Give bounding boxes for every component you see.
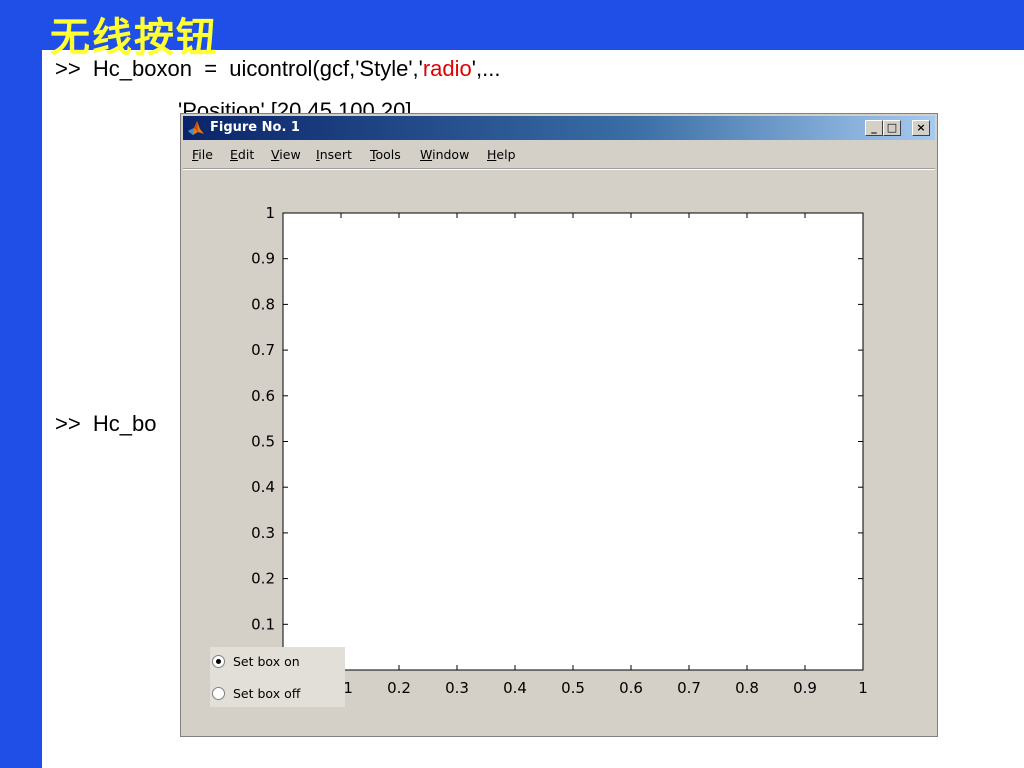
- slide-title: 无线按钮: [50, 15, 218, 61]
- radio-label-off: Set box off: [233, 686, 301, 701]
- x-tick-label: 0.2: [387, 679, 411, 697]
- x-tick-label: 0.9: [793, 679, 817, 697]
- y-tick-label: 0.3: [251, 524, 275, 542]
- y-tick-label: 0.2: [251, 570, 275, 588]
- x-tick-label: 1: [858, 679, 868, 697]
- y-tick-label: 0.7: [251, 341, 275, 359]
- radio-circle-icon: [212, 687, 225, 700]
- code-line-1-prefix: >> Hc_boxon = uicontrol(gcf,'Style',': [55, 56, 423, 81]
- y-tick-label: 0.5: [251, 433, 275, 451]
- radio-selected-dot-icon: [216, 659, 221, 664]
- code-line-1: >> Hc_boxon = uicontrol(gcf,'Style','rad…: [55, 56, 500, 82]
- y-tick-label: 1: [265, 204, 275, 222]
- figure-window: Figure No. 1 _ □ × File Edit View Insert…: [180, 113, 938, 737]
- y-tick-label: 0.4: [251, 478, 275, 496]
- y-tick-label: 0.1: [251, 615, 275, 633]
- code-keyword-radio: radio: [422, 56, 472, 81]
- x-tick-label: 0.6: [619, 679, 643, 697]
- plot-canvas: 0.10.20.30.40.50.60.70.80.910.10.20.30.4…: [251, 204, 868, 697]
- x-tick-label: 0.8: [735, 679, 759, 697]
- y-tick-label: 0.9: [251, 250, 275, 268]
- code-line-3: >> Hc_bo: [55, 411, 157, 436]
- x-tick-label: 0.7: [677, 679, 701, 697]
- radio-button-group: Set box on Set box off: [210, 647, 345, 707]
- y-tick-label: 0.6: [251, 387, 275, 405]
- plot-axes-box: [282, 212, 864, 671]
- slide-left-band: [0, 0, 42, 768]
- y-tick-label: 0.8: [251, 295, 275, 313]
- radio-set-box-on[interactable]: Set box on: [212, 652, 342, 674]
- radio-set-box-off[interactable]: Set box off: [212, 684, 342, 706]
- x-tick-label: 0.3: [445, 679, 469, 697]
- radio-label-on: Set box on: [233, 654, 300, 669]
- radio-circle-icon: [212, 655, 225, 668]
- x-tick-label: 0.5: [561, 679, 585, 697]
- code-line-1-suffix: ',...: [471, 56, 501, 81]
- x-tick-label: 0.4: [503, 679, 527, 697]
